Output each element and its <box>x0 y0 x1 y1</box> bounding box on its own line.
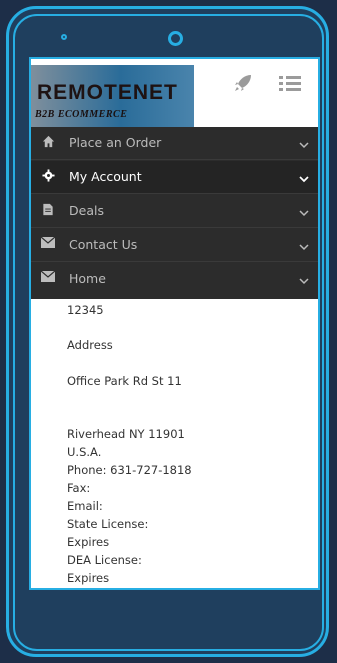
sensor-dot <box>61 34 67 40</box>
zip-text: 12345 <box>67 303 104 317</box>
chevron-down-icon <box>298 238 310 251</box>
nav-item-deals[interactable]: Deals <box>31 195 318 228</box>
envelope-icon <box>40 236 56 251</box>
camera-icon <box>168 31 183 46</box>
nav-item-my-account[interactable]: My Account <box>31 161 318 194</box>
email-text: Email: <box>67 499 103 513</box>
nav-item-place-an-order[interactable]: Place an Order <box>31 127 318 160</box>
gear-icon <box>41 169 55 183</box>
home-icon <box>41 135 55 149</box>
nav-item-contact-us[interactable]: Contact Us <box>31 229 318 262</box>
logo-title: REMOTENET <box>37 81 178 104</box>
logo[interactable]: REMOTENET B2B ECOMMERCE <box>31 65 194 127</box>
fax-text: Fax: <box>67 481 91 495</box>
country-text: U.S.A. <box>67 445 102 459</box>
nav-item-label: Place an Order <box>69 135 162 150</box>
nav-item-label: Deals <box>69 203 104 218</box>
document-icon <box>41 203 55 217</box>
street-text: Office Park Rd St 11 <box>67 374 182 388</box>
address-label: Address <box>67 338 113 352</box>
chevron-down-icon <box>298 272 310 285</box>
phone-screen: 12345 Address Office Park Rd St 11 River… <box>29 57 320 590</box>
dea-license-text: DEA License: <box>67 553 142 567</box>
nav-item-home[interactable]: Home <box>31 263 318 296</box>
rocket-icon[interactable] <box>233 73 253 98</box>
state-license-text: State License: <box>67 517 149 531</box>
city-text: Riverhead NY 11901 <box>67 427 185 441</box>
envelope-icon <box>40 270 56 285</box>
expires-text: Expires <box>67 571 110 585</box>
expires-text: Expires <box>67 535 110 549</box>
chevron-down-icon <box>298 204 310 217</box>
nav-item-label: My Account <box>69 169 142 184</box>
chevron-down-icon <box>298 170 310 183</box>
chevron-down-icon <box>298 136 310 149</box>
phone-text: Phone: 631-727-1818 <box>67 463 192 477</box>
nav-item-label: Contact Us <box>69 237 138 252</box>
nav-item-label: Home <box>69 271 106 286</box>
logo-subtitle: B2B ECOMMERCE <box>35 109 128 120</box>
hamburger-menu-icon[interactable] <box>279 76 301 92</box>
nav-menu: Place an Order My Account Deals Contact … <box>31 127 318 299</box>
